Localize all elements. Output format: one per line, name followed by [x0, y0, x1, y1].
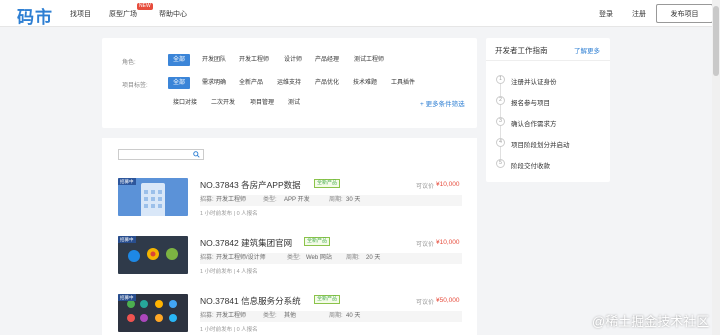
recruit-key: 招募:	[200, 197, 214, 203]
period-key: 周期:	[346, 255, 360, 261]
step-number: 2	[496, 96, 505, 105]
type-value: Web 网站	[306, 255, 332, 261]
project-card[interactable]: 招募中 NO.37843 各房产APP数据 全新产品 可议价 ¥10,000 招…	[118, 178, 463, 222]
type-key: 类型:	[287, 255, 301, 261]
watermark-text: @稀土掘金技术社区	[592, 314, 710, 329]
step-number: 3	[496, 117, 505, 126]
new-product-badge: 全新产品	[314, 179, 341, 188]
step-label: 项目阶段划分并启动	[511, 142, 570, 149]
project-publish-info: 1 小时前发布 | 0 人报名	[200, 327, 258, 333]
type-key: 类型:	[263, 313, 277, 319]
tag-chip-api[interactable]: 接口对接	[168, 97, 202, 109]
tag-chip-plugins[interactable]: 工具插件	[386, 77, 420, 89]
period-key: 周期:	[329, 313, 343, 319]
top-header: 码市 找项目 原型广场 NEW 帮助中心 登录 注册 发布项目	[0, 0, 720, 27]
site-logo[interactable]: 码市	[17, 3, 53, 28]
nav-prototype-square[interactable]: 原型广场	[109, 9, 137, 19]
recruit-value: 开发工程师	[216, 197, 247, 203]
register-link[interactable]: 注册	[632, 9, 646, 19]
tag-chip-project-mgmt[interactable]: 项目管理	[245, 97, 279, 109]
period-value: 40 天	[346, 313, 361, 319]
project-price: ¥50,000	[436, 297, 460, 304]
recruiting-tag: 招募中	[118, 294, 136, 301]
more-filters-link[interactable]: + 更多条件筛选	[420, 98, 465, 108]
step-number: 4	[496, 138, 505, 147]
nav-find-projects[interactable]: 找项目	[70, 9, 91, 19]
recruiting-tag: 招募中	[118, 178, 136, 185]
tag-chip-hard-problem[interactable]: 技术难题	[348, 77, 382, 89]
publish-project-button[interactable]: 发布项目	[656, 4, 713, 23]
recruit-value: 开发工程师/设计师	[216, 255, 266, 261]
period-key: 周期:	[329, 197, 343, 203]
step-label: 报名参与项目	[511, 100, 550, 107]
role-chip-dev-team[interactable]: 开发团队	[197, 54, 231, 66]
recruit-key: 招募:	[200, 313, 214, 319]
project-title[interactable]: NO.37841 信息服务分系统	[200, 295, 301, 307]
tag-chip-clear-req[interactable]: 需求明确	[197, 77, 231, 89]
project-price: ¥10,000	[436, 181, 460, 188]
role-chip-developer[interactable]: 开发工程师	[234, 54, 274, 66]
login-link[interactable]: 登录	[599, 9, 613, 19]
type-value: APP 开发	[284, 197, 310, 203]
negotiable-label: 可议价	[416, 242, 435, 248]
step-number: 1	[496, 75, 505, 84]
tag-chip-test[interactable]: 测试	[283, 97, 305, 109]
step-label: 确认合作需求方	[511, 121, 557, 128]
guide-title: 开发者工作指南	[495, 46, 548, 55]
project-meta: 招募: 开发工程师 类型: 其他 周期: 40 天	[200, 311, 462, 322]
project-meta: 招募: 开发工程师/设计师 类型: Web 网站 周期: 20 天	[200, 253, 462, 264]
project-title[interactable]: NO.37843 各房产APP数据	[200, 179, 301, 191]
developer-guide-panel: 开发者工作指南 了解更多 1 注册并认证身份 2 报名参与项目 3 确认合作需求…	[486, 38, 610, 182]
recruit-key: 招募:	[200, 255, 214, 261]
role-filter-label: 角色:	[122, 60, 136, 66]
role-chip-designer[interactable]: 设计师	[279, 54, 307, 66]
tag-chip-secondary-dev[interactable]: 二次开发	[206, 97, 240, 109]
tag-chip-new-product[interactable]: 全新产品	[234, 77, 268, 89]
role-chip-pm[interactable]: 产品经理	[310, 54, 344, 66]
tag-chip-ops[interactable]: 运维支持	[272, 77, 306, 89]
guide-learn-more-link[interactable]: 了解更多	[574, 45, 600, 55]
project-thumbnail: 招募中	[118, 236, 188, 274]
step-number: 5	[496, 159, 505, 168]
new-product-badge: 全新产品	[304, 237, 331, 246]
new-badge: NEW	[137, 3, 153, 10]
project-thumbnail: 招募中	[118, 294, 188, 332]
nav-help-center[interactable]: 帮助中心	[159, 9, 187, 19]
project-card[interactable]: 招募中 NO.37842 建筑集团官网 全新产品 可议价 ¥10,000 招募:…	[118, 236, 463, 280]
period-value: 30 天	[346, 197, 361, 203]
tag-chip-all[interactable]: 全部	[168, 77, 191, 89]
type-value: 其他	[284, 313, 297, 319]
step-label: 注册并认证身份	[511, 79, 557, 86]
page-scrollbar[interactable]	[712, 0, 720, 335]
recruiting-tag: 招募中	[118, 236, 136, 243]
negotiable-label: 可议价	[416, 300, 435, 306]
search-input[interactable]	[118, 149, 204, 160]
recruit-value: 开发工程师	[216, 313, 247, 319]
project-meta: 招募: 开发工程师 类型: APP 开发 周期: 30 天	[200, 195, 462, 206]
period-value: 20 天	[366, 255, 381, 261]
tag-chip-optimize[interactable]: 产品优化	[310, 77, 344, 89]
project-publish-info: 1 小时前发布 | 4 人报名	[200, 269, 258, 275]
type-key: 类型:	[263, 197, 277, 203]
scrollbar-thumb[interactable]	[713, 6, 719, 76]
filter-panel: 角色: 全部 开发团队 开发工程师 设计师 产品经理 测试工程师 项目标签: 全…	[102, 38, 477, 128]
project-title[interactable]: NO.37842 建筑集团官网	[200, 237, 292, 249]
step-label: 阶段交付收款	[511, 163, 550, 170]
tag-filter-label: 项目标签:	[122, 83, 148, 89]
project-list: 招募中 NO.37843 各房产APP数据 全新产品 可议价 ¥10,000 招…	[102, 138, 477, 335]
search-icon[interactable]	[193, 151, 200, 158]
project-thumbnail: 招募中	[118, 178, 188, 216]
new-product-badge: 全新产品	[314, 295, 341, 304]
project-price: ¥10,000	[436, 239, 460, 246]
role-chip-all[interactable]: 全部	[168, 54, 191, 66]
role-chip-tester[interactable]: 测试工程师	[349, 54, 389, 66]
guide-divider	[486, 60, 610, 61]
project-publish-info: 1 小时前发布 | 0 人报名	[200, 211, 258, 217]
negotiable-label: 可议价	[416, 184, 435, 190]
project-card[interactable]: 招募中 NO.37841 信息服务分系统 全新产品 可议价 ¥50,000 招募…	[118, 294, 463, 335]
